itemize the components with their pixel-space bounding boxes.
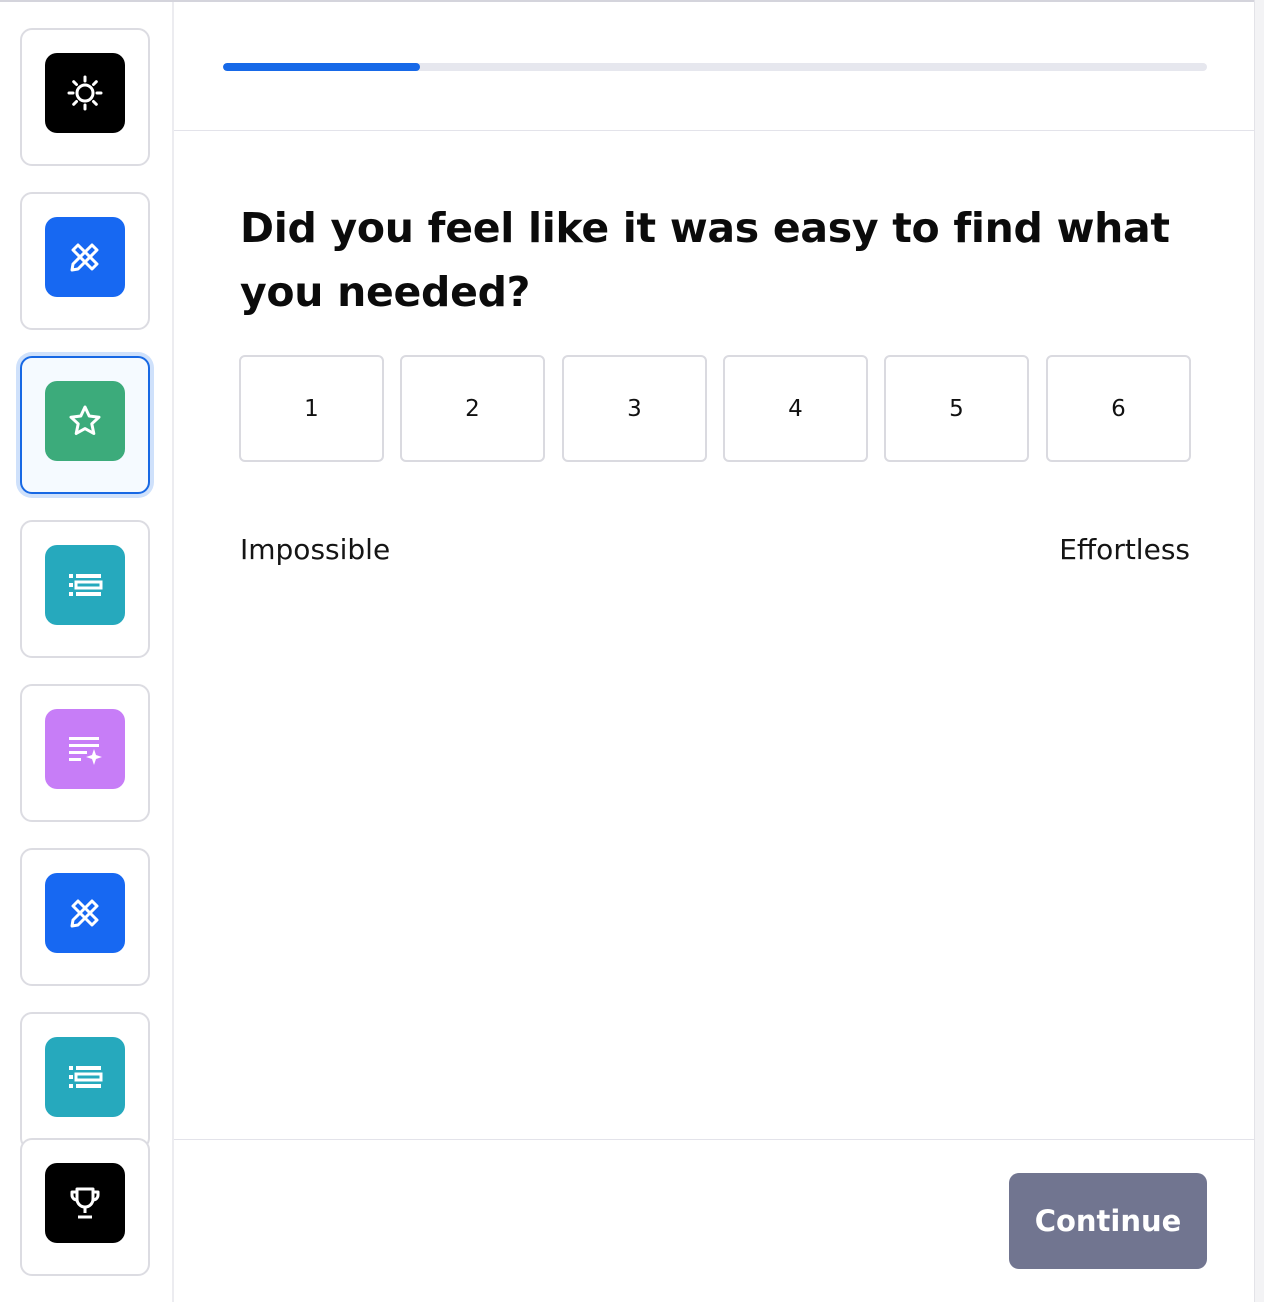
list-icon: [45, 1037, 125, 1117]
step-design-2[interactable]: [20, 848, 150, 986]
settings-gear-icon: [45, 53, 125, 133]
rating-option-5[interactable]: 5: [884, 355, 1029, 462]
question-title: Did you feel like it was easy to find wh…: [240, 204, 1170, 316]
rating-option-1[interactable]: 1: [239, 355, 384, 462]
step-sidebar: [0, 2, 174, 1302]
progress-fill: [223, 63, 420, 71]
pencil-ruler-icon: [45, 217, 125, 297]
step-trophy[interactable]: [20, 1138, 150, 1276]
rating-option-2[interactable]: 2: [400, 355, 545, 462]
step-list[interactable]: [20, 520, 150, 658]
trophy-icon: [45, 1163, 125, 1243]
rating-option-6[interactable]: 6: [1046, 355, 1191, 462]
step-rating[interactable]: [20, 356, 150, 494]
continue-button[interactable]: Continue: [1009, 1173, 1207, 1269]
step-design[interactable]: [20, 192, 150, 330]
scale-label-low: Impossible: [240, 533, 391, 566]
progress-bar: [223, 63, 1207, 71]
step-text[interactable]: [20, 684, 150, 822]
rating-option-4[interactable]: 4: [723, 355, 868, 462]
text-sparkle-icon: [45, 709, 125, 789]
footer-divider: [174, 1139, 1254, 1140]
header-divider: [174, 130, 1254, 131]
list-icon: [45, 545, 125, 625]
scrollbar-gutter: [1254, 0, 1264, 1302]
pencil-ruler-icon: [45, 873, 125, 953]
step-settings[interactable]: [20, 28, 150, 166]
step-list-2[interactable]: [20, 1012, 150, 1150]
rating-option-3[interactable]: 3: [562, 355, 707, 462]
star-icon: [45, 381, 125, 461]
window-top-border: [0, 0, 1264, 2]
scale-label-high: Effortless: [1059, 533, 1190, 566]
